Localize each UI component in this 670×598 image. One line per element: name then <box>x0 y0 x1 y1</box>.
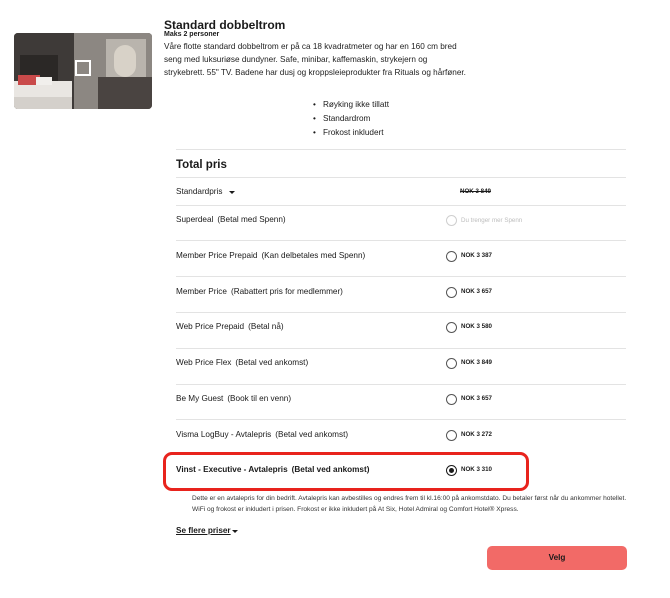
room-capacity: Maks 2 personer <box>164 31 220 38</box>
gallery-frame-icon <box>75 60 91 76</box>
divider <box>176 312 626 313</box>
rate-name: Web Price Flex (Betal ved ankomst) <box>176 358 309 367</box>
rate-radio-superdeal <box>446 215 457 226</box>
rate-name: Vinst - Executive - Avtalepris (Betal ved… <box>176 465 370 474</box>
rate-name: Visma LogBuy - Avtalepris (Betal ved anko… <box>176 430 349 439</box>
rate-radio-vinst-executive[interactable] <box>446 465 457 476</box>
more-prices-link[interactable]: Se flere priser <box>176 526 231 535</box>
selected-rate-info: Dette er en avtalepris for din bedrift. … <box>192 495 627 513</box>
total-price-heading: Total pris <box>176 159 227 171</box>
select-button[interactable]: Velg <box>487 546 627 570</box>
divider <box>176 177 626 178</box>
rate-name: Superdeal (Betal med Spenn) <box>176 215 286 224</box>
rate-name: Member Price Prepaid (Kan delbetales med … <box>176 251 366 260</box>
rate-radio-member-price[interactable] <box>446 287 457 298</box>
feature-item: Frokost inkludert <box>313 126 389 140</box>
rate-price: NOK 3 657 <box>461 395 492 402</box>
room-title: Standard dobbeltrom <box>164 18 286 32</box>
rate-name: Member Price (Rabattert pris for medlemme… <box>176 287 343 296</box>
rate-radio-visma-logbuy[interactable] <box>446 430 457 441</box>
divider <box>176 384 626 385</box>
rate-price: NOK 3 387 <box>461 252 492 259</box>
standard-price-value: NOK 3 849 <box>460 188 491 195</box>
rate-radio-web-price-flex[interactable] <box>446 358 457 369</box>
rate-name: Be My Guest (Book til en venn) <box>176 394 292 403</box>
divider <box>176 419 626 420</box>
divider <box>176 149 626 150</box>
room-photo[interactable] <box>14 33 152 109</box>
chevron-down-icon[interactable] <box>229 191 235 194</box>
divider <box>176 348 626 349</box>
rate-price: NOK 3 657 <box>461 288 492 295</box>
chevron-down-icon[interactable] <box>232 530 238 533</box>
rate-price: NOK 3 310 <box>461 466 492 473</box>
feature-item: Røyking ikke tillatt <box>313 98 389 112</box>
rate-name: Web Price Prepaid (Betal nå) <box>176 322 284 331</box>
rate-price: NOK 3 849 <box>461 359 492 366</box>
room-features-list: Røyking ikke tillatt Standardrom Frokost… <box>313 98 389 139</box>
rate-radio-be-my-guest[interactable] <box>446 394 457 405</box>
standard-price-dropdown[interactable]: Standardpris <box>176 187 222 196</box>
feature-item: Standardrom <box>313 112 389 126</box>
room-description: Våre flotte standard dobbeltrom er på ca… <box>164 42 466 78</box>
divider <box>176 276 626 277</box>
divider <box>176 205 626 206</box>
divider <box>176 240 626 241</box>
rate-radio-member-price-prepaid[interactable] <box>446 251 457 262</box>
rate-price: NOK 3 272 <box>461 431 492 438</box>
rate-radio-web-price-prepaid[interactable] <box>446 322 457 333</box>
rate-price: NOK 3 580 <box>461 323 492 330</box>
rate-price: Du trenger mer Spenn <box>461 217 523 224</box>
